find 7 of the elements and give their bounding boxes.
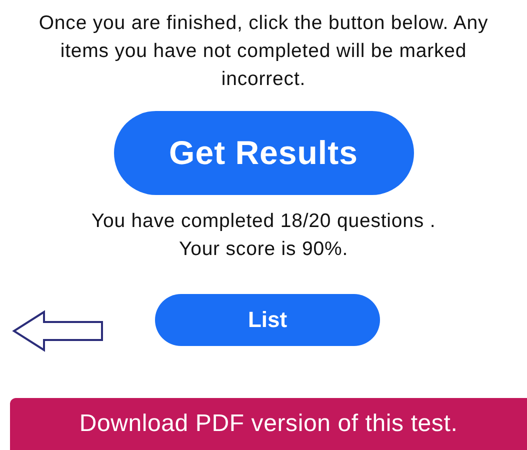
download-pdf-button[interactable]: Download PDF version of this test.: [10, 398, 527, 450]
instructions-text: Once you are finished, click the button below. Any items you have not completed will be marked incorrect.: [38, 11, 490, 92]
summary-text: Your score is 90%.: [178, 237, 348, 262]
summary-text: You have completed 18/20 questions .: [91, 209, 436, 234]
left-arrow-icon: [12, 310, 104, 352]
get-results-button[interactable]: Get Results: [114, 111, 414, 195]
list-button[interactable]: List: [155, 294, 380, 346]
